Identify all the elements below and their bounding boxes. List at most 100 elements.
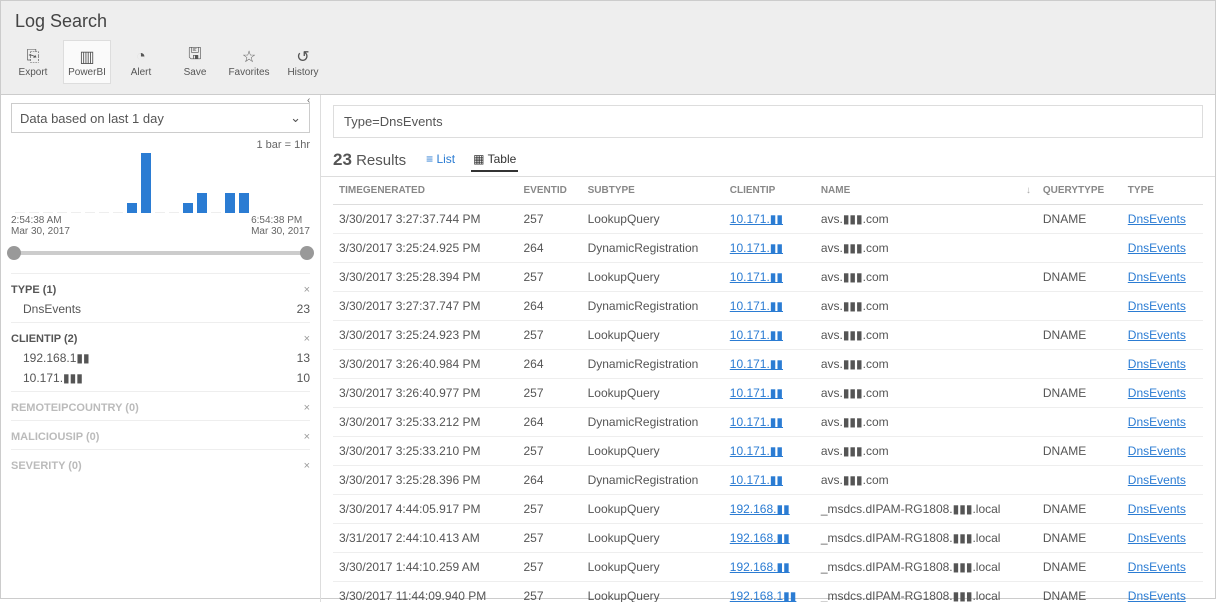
facet-title: REMOTEIPCOUNTRY (0) <box>11 402 139 414</box>
cell-name: avs.▮▮▮.com <box>815 205 1037 234</box>
slider-knob-right[interactable] <box>300 246 314 260</box>
facet-item[interactable]: DnsEvents23 <box>11 296 310 316</box>
col-querytype[interactable]: QUERYTYPE <box>1037 177 1122 205</box>
table-row[interactable]: 3/30/2017 3:25:33.210 PM257LookupQuery10… <box>333 437 1203 466</box>
cell-eventid: 257 <box>517 524 581 553</box>
cell-type[interactable]: DnsEvents <box>1122 205 1203 234</box>
save-button[interactable]: 🖫Save <box>171 40 219 84</box>
cell-querytype: DNAME <box>1037 437 1122 466</box>
cell-clientip[interactable]: 192.168.▮▮ <box>724 495 815 524</box>
powerbi-button[interactable]: ▥PowerBI <box>63 40 111 84</box>
histogram-bar <box>169 212 179 213</box>
cell-type[interactable]: DnsEvents <box>1122 263 1203 292</box>
cell-type[interactable]: DnsEvents <box>1122 553 1203 582</box>
table-row[interactable]: 3/30/2017 3:26:40.977 PM257LookupQuery10… <box>333 379 1203 408</box>
cell-clientip[interactable]: 10.171.▮▮ <box>724 379 815 408</box>
col-subtype[interactable]: SUBTYPE <box>582 177 724 205</box>
col-timegenerated[interactable]: TIMEGENERATED <box>333 177 517 205</box>
cell-type[interactable]: DnsEvents <box>1122 466 1203 495</box>
cell-clientip[interactable]: 10.171.▮▮ <box>724 408 815 437</box>
time-slider[interactable] <box>11 251 310 255</box>
cell-time: 3/30/2017 3:27:37.744 PM <box>333 205 517 234</box>
cell-clientip[interactable]: 10.171.▮▮ <box>724 263 815 292</box>
facet-remove-icon[interactable]: × <box>304 284 310 296</box>
facet-remove-icon[interactable]: × <box>304 402 310 414</box>
list-view-button[interactable]: ≡ List <box>424 148 457 172</box>
cell-time: 3/30/2017 3:26:40.984 PM <box>333 350 517 379</box>
facet-remove-icon[interactable]: × <box>304 460 310 472</box>
time-range-dropdown[interactable]: Data based on last 1 day ⌄ <box>11 103 310 133</box>
cell-subtype: LookupQuery <box>582 321 724 350</box>
histogram-bar <box>85 212 95 213</box>
history-button[interactable]: ↺History <box>279 40 327 84</box>
slider-knob-left[interactable] <box>7 246 21 260</box>
cell-clientip[interactable]: 10.171.▮▮ <box>724 292 815 321</box>
time-range-label: Data based on last 1 day <box>20 111 164 126</box>
facet-remove-icon[interactable]: × <box>304 431 310 443</box>
cell-type[interactable]: DnsEvents <box>1122 379 1203 408</box>
cell-type[interactable]: DnsEvents <box>1122 292 1203 321</box>
facet-maliciousip: MALICIOUSIP (0)× <box>11 420 310 449</box>
cell-clientip[interactable]: 10.171.▮▮ <box>724 466 815 495</box>
col-type[interactable]: TYPE <box>1122 177 1203 205</box>
col-clientip[interactable]: CLIENTIP <box>724 177 815 205</box>
table-row[interactable]: 3/30/2017 3:27:37.747 PM264DynamicRegist… <box>333 292 1203 321</box>
cell-clientip[interactable]: 10.171.▮▮ <box>724 350 815 379</box>
facet-remove-icon[interactable]: × <box>304 333 310 345</box>
alert-button[interactable]: ◔Alert <box>117 40 165 84</box>
table-row[interactable]: 3/30/2017 3:25:24.925 PM264DynamicRegist… <box>333 234 1203 263</box>
facet-clientip: CLIENTIP (2)×192.168.1▮▮1310.171.▮▮▮10 <box>11 322 310 391</box>
cell-querytype: DNAME <box>1037 263 1122 292</box>
cell-clientip[interactable]: 192.168.▮▮ <box>724 524 815 553</box>
table-row[interactable]: 3/31/2017 2:44:10.413 AM257LookupQuery19… <box>333 524 1203 553</box>
cell-subtype: LookupQuery <box>582 379 724 408</box>
cell-type[interactable]: DnsEvents <box>1122 437 1203 466</box>
cell-time: 3/30/2017 3:25:33.212 PM <box>333 408 517 437</box>
facet-item[interactable]: 192.168.1▮▮13 <box>11 345 310 365</box>
table-view-button[interactable]: ▦ Table <box>471 148 518 172</box>
favorites-button[interactable]: ☆Favorites <box>225 40 273 84</box>
histogram-bar <box>113 212 123 213</box>
results-table: TIMEGENERATEDEVENTIDSUBTYPECLIENTIPNAME↓… <box>333 177 1203 602</box>
col-name[interactable]: NAME↓ <box>815 177 1037 205</box>
cell-type[interactable]: DnsEvents <box>1122 350 1203 379</box>
cell-clientip[interactable]: 10.171.▮▮ <box>724 437 815 466</box>
cell-clientip[interactable]: 10.171.▮▮ <box>724 321 815 350</box>
query-input[interactable]: Type=DnsEvents <box>333 105 1203 138</box>
table-row[interactable]: 3/30/2017 3:27:37.744 PM257LookupQuery10… <box>333 205 1203 234</box>
cell-time: 3/30/2017 3:25:24.923 PM <box>333 321 517 350</box>
cell-eventid: 264 <box>517 466 581 495</box>
export-icon: ⎘ <box>27 47 40 67</box>
cell-type[interactable]: DnsEvents <box>1122 495 1203 524</box>
table-row[interactable]: 3/30/2017 3:25:24.923 PM257LookupQuery10… <box>333 321 1203 350</box>
table-row[interactable]: 3/30/2017 3:25:28.394 PM257LookupQuery10… <box>333 263 1203 292</box>
table-row[interactable]: 3/30/2017 3:26:40.984 PM264DynamicRegist… <box>333 350 1203 379</box>
col-eventid[interactable]: EVENTID <box>517 177 581 205</box>
table-row[interactable]: 3/30/2017 3:25:28.396 PM264DynamicRegist… <box>333 466 1203 495</box>
cell-name: _msdcs.dIPAM-RG1808.▮▮▮.local <box>815 495 1037 524</box>
table-row[interactable]: 3/30/2017 1:44:10.259 AM257LookupQuery19… <box>333 553 1203 582</box>
cell-clientip[interactable]: 192.168.▮▮ <box>724 553 815 582</box>
cell-type[interactable]: DnsEvents <box>1122 234 1203 263</box>
cell-name: avs.▮▮▮.com <box>815 437 1037 466</box>
cell-time: 3/30/2017 3:26:40.977 PM <box>333 379 517 408</box>
export-button[interactable]: ⎘Export <box>9 40 57 84</box>
cell-querytype <box>1037 234 1122 263</box>
facet-remoteipcountry: REMOTEIPCOUNTRY (0) × <box>11 391 310 420</box>
cell-subtype: DynamicRegistration <box>582 408 724 437</box>
facet-item[interactable]: 10.171.▮▮▮10 <box>11 365 310 385</box>
cell-time: 3/30/2017 4:44:05.917 PM <box>333 495 517 524</box>
table-row[interactable]: 3/30/2017 4:44:05.917 PM257LookupQuery19… <box>333 495 1203 524</box>
cell-type[interactable]: DnsEvents <box>1122 321 1203 350</box>
cell-clientip[interactable]: 10.171.▮▮ <box>724 205 815 234</box>
collapse-sidebar-icon[interactable]: ‹ <box>307 95 321 109</box>
cell-clientip[interactable]: 10.171.▮▮ <box>724 234 815 263</box>
histogram-bar <box>43 212 53 213</box>
chevron-down-icon: ⌄ <box>290 110 301 126</box>
table-row[interactable]: 3/30/2017 3:25:33.212 PM264DynamicRegist… <box>333 408 1203 437</box>
cell-name: avs.▮▮▮.com <box>815 292 1037 321</box>
facet-item-value: 13 <box>297 351 310 365</box>
cell-type[interactable]: DnsEvents <box>1122 524 1203 553</box>
cell-type[interactable]: DnsEvents <box>1122 408 1203 437</box>
cell-querytype: DNAME <box>1037 553 1122 582</box>
